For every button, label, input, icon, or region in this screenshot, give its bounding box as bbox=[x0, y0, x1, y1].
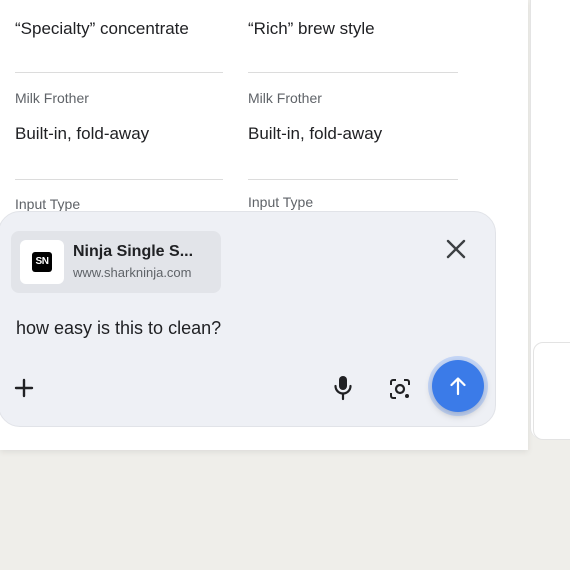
send-button[interactable] bbox=[432, 360, 484, 412]
spec-value: “Specialty” concentrate bbox=[15, 19, 189, 38]
site-logo-text: SN bbox=[32, 252, 52, 272]
spec-label: Input Type bbox=[15, 196, 81, 212]
spec-item: “Specialty” concentrate bbox=[15, 19, 225, 39]
spec-item: “Rich” brew style bbox=[248, 19, 458, 39]
divider bbox=[248, 72, 458, 73]
chat-composer: SN Ninja Single S... www.sharkninja.com … bbox=[0, 211, 496, 427]
microphone-icon bbox=[334, 376, 352, 401]
close-icon bbox=[446, 239, 466, 259]
spec-label: Milk Frother bbox=[15, 90, 89, 106]
lens-button[interactable] bbox=[389, 378, 411, 400]
microphone-button[interactable] bbox=[332, 375, 354, 401]
close-button[interactable] bbox=[443, 236, 469, 262]
prompt-input[interactable]: how easy is this to clean? bbox=[16, 318, 221, 339]
spec-label: Input Type bbox=[248, 194, 314, 210]
spec-item: Input Type bbox=[248, 194, 458, 210]
plus-icon bbox=[14, 378, 34, 398]
arrow-up-icon bbox=[450, 377, 466, 396]
add-button[interactable] bbox=[13, 377, 35, 399]
divider bbox=[15, 179, 223, 180]
spec-item: Input Type bbox=[15, 196, 225, 212]
spec-item: Milk Frother Built-in, fold-away bbox=[248, 90, 458, 144]
divider bbox=[248, 179, 458, 180]
spec-item: Milk Frother Built-in, fold-away bbox=[15, 90, 225, 144]
spec-value: Built-in, fold-away bbox=[15, 124, 150, 143]
divider bbox=[15, 72, 223, 73]
attachment-url: www.sharkninja.com bbox=[73, 265, 192, 280]
site-logo: SN bbox=[20, 240, 64, 284]
spec-value: Built-in, fold-away bbox=[248, 124, 383, 143]
attachment-title: Ninja Single S... bbox=[73, 243, 194, 260]
spec-label: Milk Frother bbox=[248, 90, 322, 106]
camera-search-icon bbox=[390, 379, 410, 399]
side-card[interactable] bbox=[533, 342, 570, 440]
spec-value: “Rich” brew style bbox=[248, 19, 375, 38]
attachment-chip[interactable]: SN Ninja Single S... www.sharkninja.com bbox=[11, 231, 221, 293]
